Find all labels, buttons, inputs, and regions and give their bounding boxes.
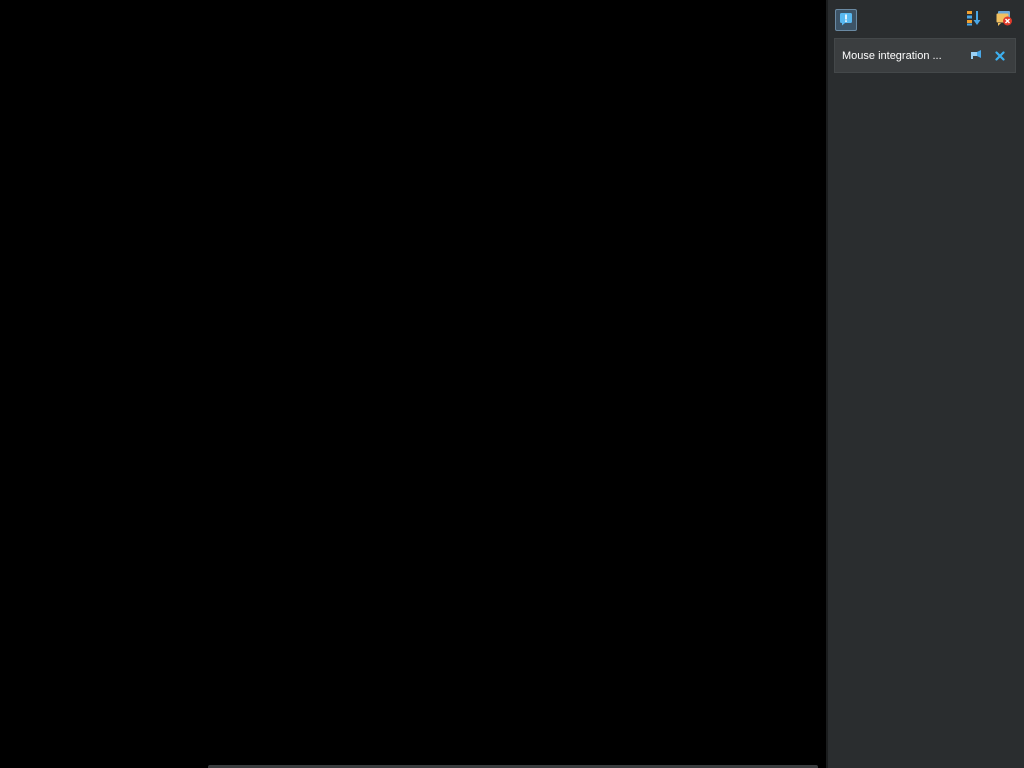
notification-close-button[interactable] <box>991 47 1009 65</box>
sort-icon <box>965 9 983 31</box>
sort-notifications-button[interactable] <box>963 9 985 31</box>
notification-text: Mouse integration ... <box>842 49 942 62</box>
toggle-notifications-button[interactable] <box>835 9 857 31</box>
clear-all-icon <box>995 9 1013 31</box>
pin-icon <box>970 46 982 65</box>
exclamation-icon <box>839 11 853 30</box>
guest-display[interactable] <box>0 0 826 768</box>
notification-center: Mouse integration ... <box>826 0 1024 768</box>
notification-pin-button[interactable] <box>967 47 985 65</box>
vm-window: Mouse integration ... <box>0 0 1024 768</box>
clear-all-notifications-button[interactable] <box>993 9 1015 31</box>
close-icon <box>995 46 1005 65</box>
notification-toolbar <box>828 0 1024 38</box>
notification-item[interactable]: Mouse integration ... <box>834 38 1016 73</box>
